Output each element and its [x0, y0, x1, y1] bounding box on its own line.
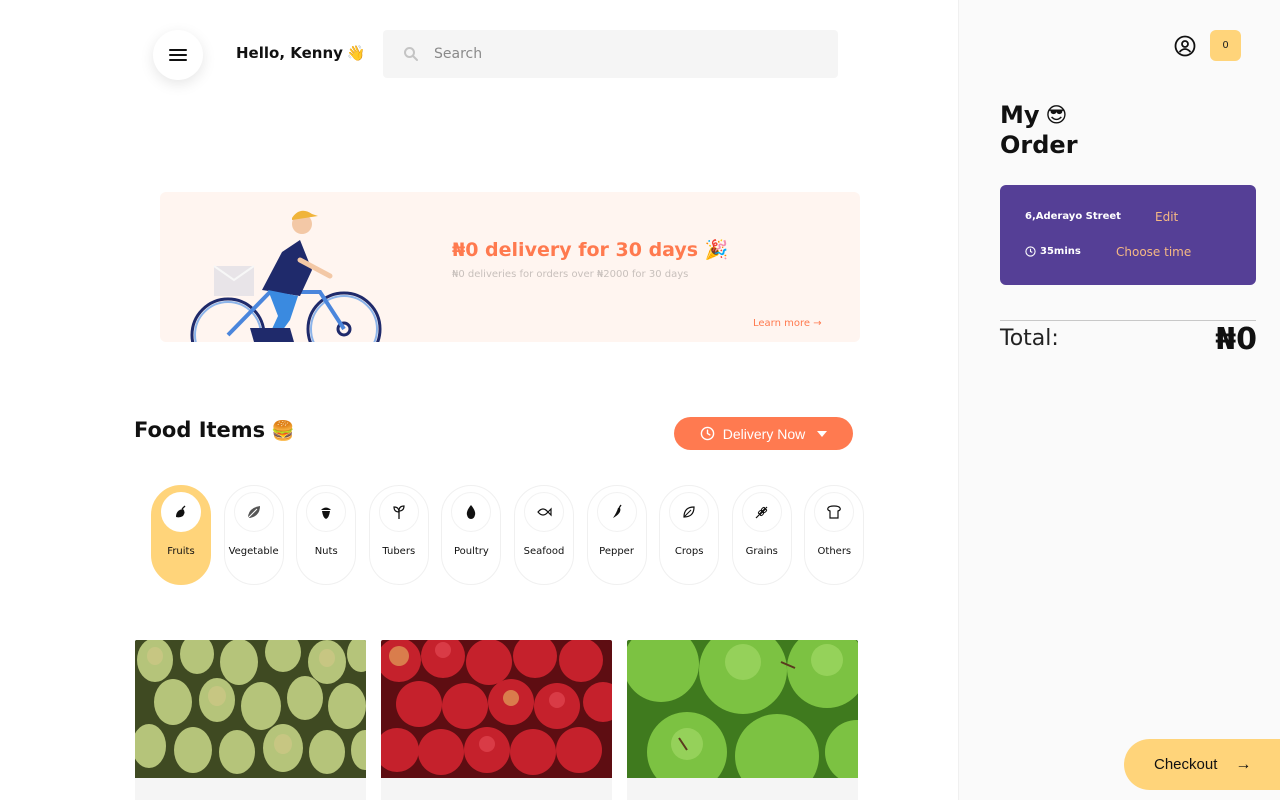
checkout-label: Checkout [1154, 756, 1218, 773]
delivery-now-label: Delivery Now [722, 425, 806, 442]
banner-title: ₦0 delivery for 30 days 🎉 [452, 239, 729, 261]
pears-image [135, 640, 366, 778]
order-title: My 😎 Order [1000, 100, 1078, 160]
category-others[interactable]: Others [804, 485, 865, 585]
search-input[interactable] [434, 46, 814, 62]
category-seafood[interactable]: Seafood [513, 485, 574, 585]
fruit-icon [161, 492, 201, 532]
product-card[interactable] [627, 640, 858, 800]
user-profile-icon[interactable] [1174, 35, 1196, 57]
leaf-icon [669, 492, 710, 532]
category-list: Fruits Vegetable Nuts Tubers Poultry Sea… [151, 485, 865, 585]
delivery-time: 35mins [1025, 246, 1081, 257]
product-card[interactable] [135, 640, 366, 800]
category-nuts[interactable]: Nuts [296, 485, 357, 585]
arrow-right-icon: → [1235, 755, 1252, 773]
egg-icon [451, 492, 492, 532]
category-pepper[interactable]: Pepper [586, 485, 647, 585]
page: Hello, Kenny 👋 ₦0 delivery for 30 days 🎉… [0, 0, 1280, 800]
category-label: Tubers [382, 546, 416, 557]
category-label: Pepper [599, 546, 634, 557]
sunglasses-icon: 😎 [1045, 103, 1068, 127]
category-label: Seafood [523, 546, 565, 557]
category-label: Crops [674, 546, 704, 557]
order-panel: 0 My 😎 Order 6,Aderayo Street Edit 35min… [958, 0, 1280, 800]
banner-subtitle: ₦0 deliveries for orders over ₦2000 for … [452, 269, 689, 280]
category-vegetable[interactable]: Vegetable [223, 485, 284, 585]
search-bar[interactable] [383, 30, 838, 78]
delivery-time-text: 35mins [1040, 246, 1081, 257]
nut-icon [306, 492, 347, 532]
learn-more-link[interactable]: Learn more → [753, 318, 822, 329]
total-label: Total: [1000, 326, 1059, 351]
category-label: Fruits [167, 546, 195, 557]
sprout-icon [378, 492, 419, 532]
product-card[interactable] [381, 640, 612, 800]
clock-icon [1025, 246, 1036, 257]
product-grid [135, 640, 858, 800]
category-label: Poultry [453, 546, 489, 557]
edit-address-link[interactable]: Edit [1155, 210, 1178, 224]
vegetable-icon [233, 492, 274, 532]
order-title-line2: Order [1000, 131, 1078, 159]
category-grains[interactable]: Grains [731, 485, 792, 585]
food-items-title: Food Items 🍔 [134, 418, 295, 442]
search-icon [404, 47, 418, 61]
checkout-button[interactable]: Checkout → [1124, 739, 1280, 790]
delivery-address: 6,Aderayo Street [1025, 211, 1121, 222]
choose-time-link[interactable]: Choose time [1116, 245, 1191, 259]
clock-icon [700, 426, 715, 441]
divider [1000, 320, 1256, 321]
hamburger-icon [169, 49, 187, 61]
fish-icon [523, 492, 564, 532]
greeting: Hello, Kenny 👋 [236, 44, 366, 62]
category-label: Vegetable [228, 546, 279, 557]
waving-hand-icon: 👋 [346, 44, 366, 62]
red-apples-image [381, 640, 612, 778]
delivery-cyclist-illustration [190, 210, 382, 342]
wheat-icon [741, 492, 782, 532]
pepper-icon [596, 492, 637, 532]
greeting-text: Hello, Kenny [236, 44, 343, 62]
menu-button[interactable] [153, 30, 203, 80]
bread-icon [814, 492, 855, 532]
chevron-down-icon [817, 430, 828, 437]
cart-count-badge[interactable]: 0 [1210, 30, 1241, 61]
delivery-now-dropdown[interactable]: Delivery Now [674, 417, 853, 450]
category-crops[interactable]: Crops [659, 485, 720, 585]
promo-banner: ₦0 delivery for 30 days 🎉 ₦0 deliveries … [160, 192, 860, 342]
category-poultry[interactable]: Poultry [441, 485, 502, 585]
category-tubers[interactable]: Tubers [368, 485, 429, 585]
category-label: Others [817, 546, 852, 557]
green-apples-image [627, 640, 858, 778]
order-title-line1: My [1000, 101, 1040, 129]
category-label: Nuts [314, 546, 338, 557]
category-fruits[interactable]: Fruits [151, 485, 211, 585]
food-items-title-text: Food Items [134, 418, 266, 442]
category-label: Grains [745, 546, 778, 557]
burger-icon: 🍔 [271, 419, 295, 442]
total-value: ₦0 [1215, 322, 1257, 357]
delivery-address-card: 6,Aderayo Street Edit 35mins Choose time [1000, 185, 1256, 285]
